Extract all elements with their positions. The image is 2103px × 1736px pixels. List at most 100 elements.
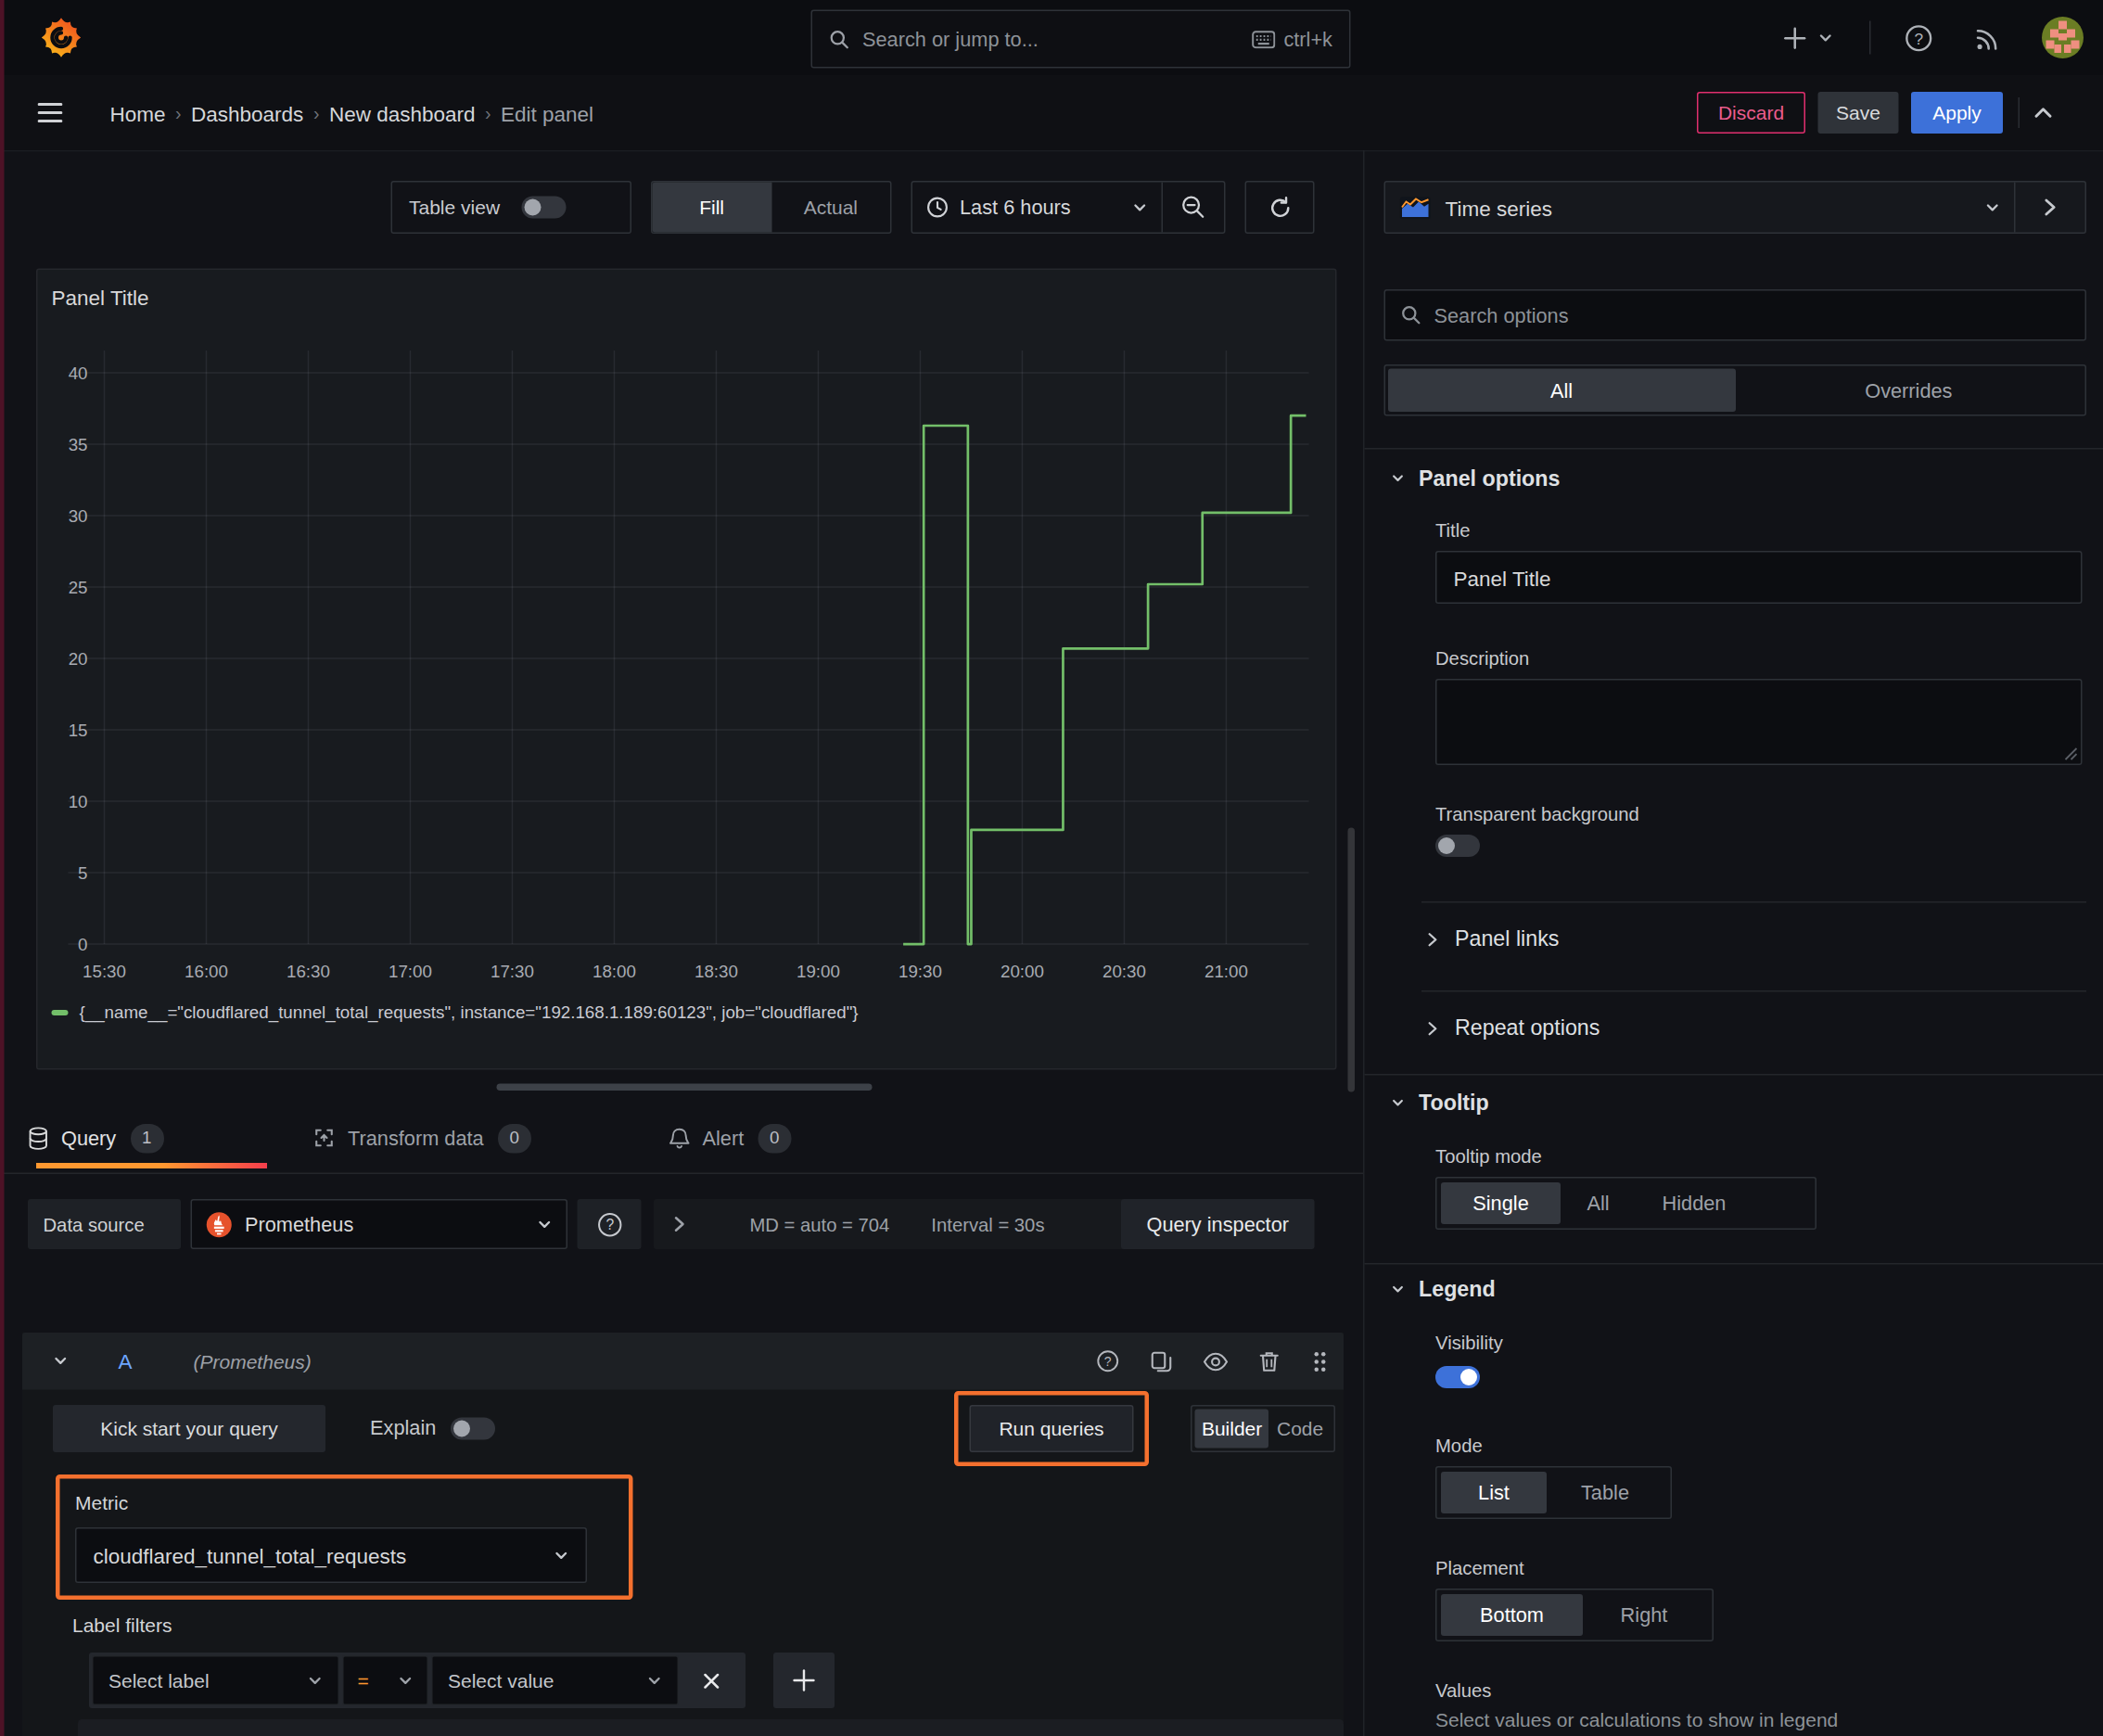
run-queries-button[interactable]: Run queries — [970, 1405, 1134, 1452]
visibility-toggle[interactable] — [1435, 1366, 1480, 1388]
add-chevron-down-icon[interactable] — [1818, 31, 1834, 46]
add-icon[interactable] — [1780, 24, 1808, 52]
tooltip-hidden-option[interactable]: Hidden — [1636, 1182, 1752, 1224]
viz-expand-button[interactable] — [2016, 183, 2085, 233]
timeseries-chart[interactable]: 051015202530354015:3016:0016:3017:0017:3… — [42, 341, 1329, 1009]
options-tabs: All Overrides — [1384, 364, 2087, 416]
mode-table-option[interactable]: Table — [1547, 1472, 1663, 1513]
tab-all[interactable]: All — [1388, 369, 1735, 413]
kickstart-button[interactable]: Kick start your query — [53, 1405, 325, 1452]
tooltip-section-header[interactable]: Tooltip — [1391, 1088, 1489, 1118]
save-button[interactable]: Save — [1818, 92, 1899, 134]
breadcrumb-dashboards[interactable]: Dashboards — [191, 101, 303, 125]
avatar[interactable] — [2042, 17, 2084, 58]
operator-dropdown[interactable]: = — [342, 1655, 428, 1705]
tab-transform[interactable]: Transform data 0 — [313, 1113, 531, 1163]
metric-select[interactable]: cloudflared_tunnel_total_requests — [75, 1527, 587, 1583]
breadcrumb-home[interactable]: Home — [110, 101, 166, 125]
description-textarea[interactable] — [1435, 679, 2083, 765]
viz-picker: Time series — [1384, 181, 2087, 234]
collapse-chevron-up-icon[interactable] — [2033, 106, 2053, 120]
legend-title: Legend — [1419, 1277, 1496, 1302]
scrollbar-thumb[interactable] — [1348, 828, 1356, 1092]
panel-links-section-header[interactable]: Panel links — [1427, 924, 1559, 954]
section-divider — [1365, 448, 2103, 450]
code-option[interactable]: Code — [1269, 1410, 1332, 1449]
repeat-options-section-header[interactable]: Repeat options — [1427, 1013, 1600, 1043]
description-label: Description — [1435, 648, 1529, 670]
transparent-bg-toggle[interactable] — [1435, 835, 1480, 857]
duplicate-query-icon[interactable] — [1151, 1350, 1173, 1372]
svg-text:21:00: 21:00 — [1204, 962, 1248, 981]
query-row-header[interactable]: A (Prometheus) ? — [22, 1333, 1344, 1390]
discard-button[interactable]: Discard — [1697, 92, 1805, 134]
viz-picker-button[interactable]: Time series — [1385, 183, 2014, 233]
menu-icon[interactable] — [38, 103, 63, 122]
add-filter-button[interactable] — [773, 1653, 835, 1708]
metric-chevron-down-icon — [554, 1548, 569, 1564]
tab-alert[interactable]: Alert 0 — [669, 1113, 792, 1163]
repeat-options-chevron-icon — [1427, 1020, 1438, 1036]
news-rss-icon[interactable] — [1972, 24, 2002, 54]
remove-filter-button[interactable] — [679, 1655, 743, 1705]
tab-query[interactable]: Query 1 — [28, 1113, 163, 1163]
query-ref-id[interactable]: A — [119, 1349, 133, 1373]
drag-handle-icon[interactable] — [1313, 1350, 1327, 1372]
breadcrumb-new-dashboard[interactable]: New dashboard — [329, 101, 476, 125]
legend-section-header[interactable]: Legend — [1391, 1274, 1496, 1305]
toggle-visibility-icon[interactable] — [1204, 1351, 1229, 1371]
explain-label: Explain — [370, 1416, 436, 1438]
options-chevron-right-icon[interactable] — [673, 1216, 686, 1232]
editor-footer-strip — [78, 1719, 1344, 1736]
select-value-placeholder: Select value — [448, 1669, 647, 1691]
tab-alert-count: 0 — [758, 1123, 791, 1153]
explain-toggle[interactable] — [451, 1418, 495, 1440]
placement-bottom-option[interactable]: Bottom — [1441, 1594, 1583, 1636]
refresh-button[interactable] — [1245, 181, 1315, 234]
query-collapse-chevron-icon[interactable] — [53, 1354, 69, 1370]
apply-button[interactable]: Apply — [1911, 92, 2003, 134]
tooltip-single-option[interactable]: Single — [1441, 1182, 1561, 1224]
svg-text:?: ? — [1914, 29, 1923, 47]
time-range-picker[interactable]: Last 6 hours — [912, 183, 1162, 233]
actual-option[interactable]: Actual — [771, 183, 890, 233]
panel-title[interactable]: Panel Title — [52, 286, 149, 310]
panel-options-section-header[interactable]: Panel options — [1391, 464, 1560, 494]
global-search-input[interactable]: Search or jump to... ctrl+k — [811, 10, 1351, 69]
grafana-logo-icon[interactable] — [39, 16, 83, 60]
select-value-dropdown[interactable]: Select value — [431, 1655, 679, 1705]
tooltip-title: Tooltip — [1419, 1091, 1489, 1116]
placement-right-option[interactable]: Right — [1583, 1594, 1705, 1636]
tab-overrides[interactable]: Overrides — [1735, 369, 2082, 413]
tab-query-label: Query — [61, 1127, 116, 1149]
select-label-dropdown[interactable]: Select label — [92, 1655, 339, 1705]
table-view-toggle[interactable] — [522, 197, 567, 219]
svg-text:25: 25 — [69, 578, 88, 597]
title-input[interactable]: Panel Title — [1435, 551, 2083, 604]
bell-icon — [669, 1126, 691, 1150]
viz-chevron-down-icon — [1985, 199, 2001, 215]
top-nav: Search or jump to... ctrl+k ? — [0, 0, 2103, 77]
query-inspector-button[interactable]: Query inspector — [1121, 1199, 1315, 1249]
window-edge — [0, 0, 5, 1736]
query-help-icon[interactable]: ? — [1096, 1349, 1120, 1373]
help-icon[interactable]: ? — [1903, 22, 1933, 53]
zoom-out-button[interactable] — [1163, 183, 1224, 233]
mode-label: Mode — [1435, 1436, 1483, 1457]
tooltip-all-option[interactable]: All — [1561, 1182, 1636, 1224]
fill-option[interactable]: Fill — [653, 183, 771, 233]
delete-query-icon[interactable] — [1259, 1350, 1281, 1372]
builder-option[interactable]: Builder — [1195, 1410, 1269, 1449]
time-range-label: Last 6 hours — [960, 197, 1132, 219]
legend-series-name[interactable]: {__name__="cloudflared_tunnel_total_requ… — [80, 1003, 859, 1023]
breadcrumb-separator: › — [166, 102, 192, 123]
actions-divider — [2019, 97, 2020, 128]
panel-links-title: Panel links — [1455, 926, 1559, 951]
datasource-picker[interactable]: Prometheus — [191, 1199, 568, 1249]
datasource-help-button[interactable]: ? — [578, 1199, 642, 1249]
tooltip-mode-label: Tooltip mode — [1435, 1146, 1542, 1168]
resize-handle[interactable] — [497, 1084, 873, 1091]
options-search[interactable]: Search options — [1384, 289, 2087, 341]
svg-text:18:30: 18:30 — [695, 962, 738, 981]
mode-list-option[interactable]: List — [1441, 1472, 1547, 1513]
